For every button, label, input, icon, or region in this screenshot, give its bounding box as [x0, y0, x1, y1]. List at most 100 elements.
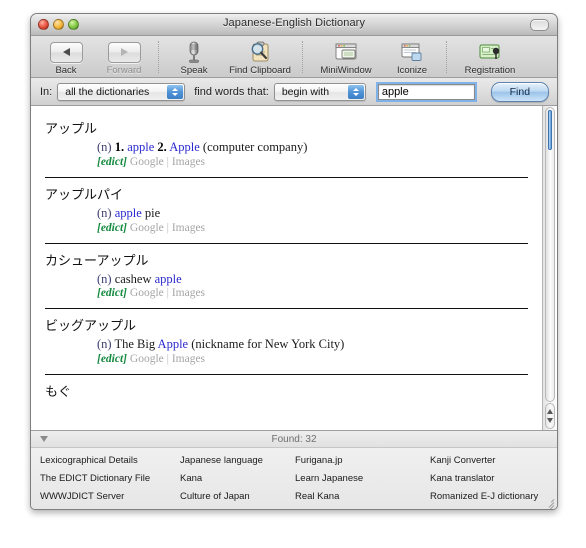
- main-toolbar: Back Forward Speak Find Clipboard MiniWi…: [31, 36, 557, 78]
- entry-note: (computer company): [202, 140, 308, 154]
- status-bar: Found: 32: [31, 431, 557, 448]
- toolbar-label-find-clipboard: Find Clipboard: [229, 65, 291, 76]
- toolbar-item-forward[interactable]: Forward: [95, 39, 153, 76]
- entry-source: [edict]: [97, 221, 128, 234]
- in-label: In:: [40, 85, 53, 98]
- meta-separator: |: [166, 287, 169, 300]
- toolbar-item-iconize[interactable]: Iconize: [383, 39, 441, 76]
- dictionary-window: Japanese-English Dictionary Back Forward: [30, 13, 558, 510]
- entry-meta: [edict] Google | Images: [97, 222, 528, 234]
- screenshot-root: Japanese-English Dictionary Back Forward: [0, 0, 586, 548]
- entry-divider: [45, 308, 528, 310]
- search-bar: In: all the dictionaries find words that…: [31, 78, 557, 106]
- entry-definition: (n) The Big Apple (nickname for New York…: [97, 337, 528, 352]
- toolbar-label-registration: Registration: [464, 65, 516, 76]
- footer-link[interactable]: Kana translator: [430, 471, 557, 487]
- footer-link[interactable]: Kana: [180, 471, 295, 487]
- entry-headword: ビッグアップル: [45, 319, 137, 335]
- footer-link[interactable]: Culture of Japan: [180, 489, 295, 505]
- results-list: アップル (n) 1. apple 2. Apple (computer com…: [31, 106, 542, 430]
- entry-source: [edict]: [97, 287, 128, 300]
- scrollbar-arrows[interactable]: [545, 403, 555, 429]
- toolbar-item-find-clipboard[interactable]: Find Clipboard: [223, 39, 297, 76]
- find-button[interactable]: Find: [490, 81, 549, 102]
- dictionary-entry[interactable]: カシューアップル (n) cashew apple [edict] Google…: [31, 250, 542, 300]
- chevron-updown-icon: [347, 84, 364, 99]
- gloss-link[interactable]: apple: [155, 272, 182, 286]
- toolbar-label-back: Back: [55, 65, 77, 76]
- entry-definition: (n) cashew apple: [97, 272, 528, 287]
- dictionary-select-value: all the dictionaries: [65, 85, 150, 98]
- google-link[interactable]: Google: [130, 222, 164, 234]
- entry-headword: もぐ: [45, 385, 72, 400]
- entry-definition: (n) 1. apple 2. Apple (computer company): [97, 140, 528, 155]
- window-titlebar[interactable]: Japanese-English Dictionary: [31, 14, 557, 36]
- images-link[interactable]: Images: [172, 287, 205, 299]
- links-footer: Lexicographical Details Japanese languag…: [31, 448, 557, 509]
- gloss-plain-after: pie: [144, 205, 161, 220]
- results-scrollbar[interactable]: [542, 106, 557, 430]
- toolbar-toggle-button[interactable]: [530, 19, 549, 31]
- clipboard-search-icon: [223, 40, 297, 64]
- dictionary-entry[interactable]: アップル (n) 1. apple 2. Apple (computer com…: [31, 118, 542, 168]
- footer-link[interactable]: Romanized E-J dictionary: [430, 489, 557, 505]
- dictionary-select[interactable]: all the dictionaries: [57, 82, 186, 101]
- entry-divider: [45, 176, 528, 178]
- entry-meta: [edict] Google | Images: [97, 156, 528, 168]
- google-link[interactable]: Google: [130, 353, 164, 365]
- entry-divider: [45, 242, 528, 244]
- entry-definition: (n) apple pie: [97, 206, 528, 221]
- toolbar-item-registration[interactable]: Registration: [453, 39, 527, 76]
- footer-link[interactable]: Real Kana: [295, 489, 430, 505]
- footer-link[interactable]: The EDICT Dictionary File: [40, 471, 180, 487]
- scroll-down-icon[interactable]: [547, 418, 553, 423]
- entry-headword: アップル: [45, 122, 98, 137]
- search-input[interactable]: [377, 83, 475, 100]
- scroll-up-icon[interactable]: [547, 409, 553, 414]
- toolbar-item-miniwindow[interactable]: MiniWindow: [309, 39, 383, 76]
- toolbar-item-back[interactable]: Back: [37, 39, 95, 76]
- footer-link[interactable]: Japanese language: [180, 453, 295, 469]
- entry-headword: カシューアップル: [45, 253, 149, 269]
- scrollbar-track[interactable]: [545, 107, 555, 402]
- footer-link[interactable]: Kanji Converter: [430, 453, 557, 469]
- google-link[interactable]: Google: [130, 156, 164, 168]
- google-link[interactable]: Google: [130, 287, 164, 299]
- images-link[interactable]: Images: [172, 222, 205, 234]
- found-count: Found: 32: [271, 433, 317, 445]
- gloss-link[interactable]: Apple: [169, 140, 200, 154]
- gloss-link[interactable]: apple: [127, 140, 154, 154]
- meta-separator: |: [166, 155, 169, 168]
- meta-separator: |: [166, 221, 169, 234]
- match-mode-select[interactable]: begin with: [273, 82, 366, 101]
- toolbar-label-speak: Speak: [180, 65, 208, 76]
- footer-link[interactable]: Lexicographical Details: [40, 453, 180, 469]
- footer-link[interactable]: WWWJDICT Server: [40, 489, 180, 505]
- window-title: Japanese-English Dictionary: [222, 17, 366, 29]
- match-mode-value: begin with: [281, 85, 330, 98]
- forward-arrow-icon: [95, 40, 153, 64]
- footer-link[interactable]: Furigana.jp: [295, 453, 430, 469]
- dictionary-entry[interactable]: アップルパイ (n) apple pie [edict] Google | Im…: [31, 184, 542, 234]
- back-arrow-icon: [37, 40, 95, 64]
- microphone-icon: [165, 40, 223, 64]
- scrollbar-thumb[interactable]: [548, 110, 552, 150]
- gloss-link[interactable]: Apple: [158, 337, 189, 351]
- iconize-window-icon: [383, 40, 441, 64]
- gloss-plain-before: cashew: [114, 271, 152, 286]
- toolbar-item-speak[interactable]: Speak: [165, 39, 223, 76]
- gloss-link[interactable]: apple: [115, 206, 142, 220]
- images-link[interactable]: Images: [172, 353, 205, 365]
- gloss-plain-before: The Big: [114, 337, 156, 352]
- entry-source: [edict]: [97, 353, 128, 365]
- images-link[interactable]: Images: [172, 156, 205, 168]
- entry-headword: アップルパイ: [45, 187, 124, 203]
- toolbar-label-miniwindow: MiniWindow: [320, 65, 372, 76]
- dictionary-entry[interactable]: ビッグアップル (n) The Big Apple (nickname for …: [31, 315, 542, 365]
- footer-link[interactable]: Learn Japanese: [295, 471, 430, 487]
- dictionary-entry[interactable]: もぐ: [31, 381, 542, 400]
- toolbar-separator: [158, 41, 160, 73]
- toolbar-separator: [446, 41, 448, 73]
- sense-number: 1.: [114, 140, 125, 154]
- resize-grip[interactable]: [542, 495, 555, 509]
